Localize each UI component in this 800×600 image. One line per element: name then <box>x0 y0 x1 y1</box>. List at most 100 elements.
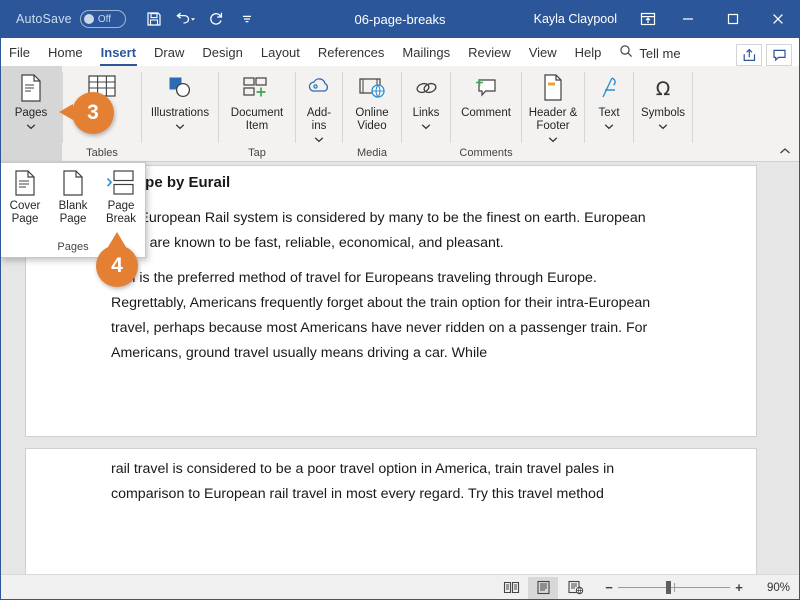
illustrations-icon <box>163 72 197 104</box>
zoom-in-button[interactable]: + <box>730 580 748 595</box>
links-icon <box>409 72 443 104</box>
ribbon-group-header-footer: Header & Footer <box>522 66 584 162</box>
links-label: Links <box>412 107 440 119</box>
text-button[interactable]: Text <box>585 66 633 134</box>
page-icon <box>14 72 48 104</box>
maximize-button[interactable] <box>710 0 755 38</box>
online-video-label: Online Video <box>355 107 389 132</box>
blank-page-label: Blank Page <box>58 200 88 225</box>
header-footer-label: Header & Footer <box>528 107 578 132</box>
zoom-percentage[interactable]: 90% <box>758 582 790 594</box>
autosave-label: AutoSave <box>16 12 72 26</box>
redo-icon[interactable] <box>202 6 230 32</box>
print-layout-button[interactable] <box>528 576 558 599</box>
chevron-down-icon[interactable] <box>604 121 614 134</box>
ribbon-group-label-symbols <box>634 147 692 162</box>
page-break-icon <box>104 168 138 198</box>
text-label: Text <box>598 107 620 119</box>
pages-button[interactable]: Pages <box>0 66 62 134</box>
online-video-icon <box>355 72 389 104</box>
zoom-thumb[interactable] <box>666 581 671 594</box>
chevron-up-icon[interactable] <box>776 143 794 159</box>
web-layout-button[interactable] <box>560 577 590 599</box>
page-break-item[interactable]: Page Break <box>97 168 145 226</box>
chevron-down-icon[interactable] <box>548 134 558 147</box>
zoom-track[interactable] <box>618 581 730 595</box>
zoom-out-button[interactable]: − <box>600 580 618 595</box>
new-comment-button[interactable]: Comment <box>455 66 517 120</box>
minimize-button[interactable] <box>665 0 710 38</box>
status-bar-right: − + 90% <box>496 576 800 599</box>
ribbon-group-label-header-footer <box>522 147 584 162</box>
document-page-2[interactable]: rail travel is considered to be a poor t… <box>25 448 757 574</box>
ribbon-group-links: Links <box>402 66 450 162</box>
tell-me-label: Tell me <box>639 45 681 61</box>
ribbon-group-label-tables: Tables <box>86 147 118 159</box>
ribbon-group-label-media: Media <box>357 147 387 159</box>
tell-me-box[interactable]: Tell me <box>610 40 689 66</box>
blank-page-item[interactable]: Blank Page <box>49 168 97 226</box>
zoom-slider[interactable]: − + <box>600 580 748 595</box>
document-paragraph: Rail is the preferred method of travel f… <box>111 270 651 361</box>
tab-insert[interactable]: Insert <box>92 40 145 66</box>
share-icon[interactable] <box>736 44 762 66</box>
callout-badge-3-number: 3 <box>87 101 99 124</box>
tab-home[interactable]: Home <box>39 40 92 66</box>
header-footer-icon <box>536 72 570 104</box>
autosave-toggle[interactable]: AutoSave Off <box>16 10 126 28</box>
symbols-button[interactable]: Ω Symbols <box>634 66 692 134</box>
chevron-down-icon[interactable] <box>658 121 668 134</box>
document-item-button[interactable]: Document Item <box>225 66 289 133</box>
quick-access-toolbar <box>140 6 261 32</box>
tab-help[interactable]: Help <box>566 40 611 66</box>
comment-icon[interactable] <box>766 44 792 66</box>
tab-review[interactable]: Review <box>459 40 520 66</box>
ribbon-display-options-icon[interactable] <box>631 4 665 34</box>
chevron-down-icon[interactable] <box>26 121 36 134</box>
addins-button[interactable]: Add- ins <box>296 66 342 147</box>
customize-quick-access-icon[interactable] <box>233 6 261 32</box>
ribbon-group-label-links <box>402 147 450 162</box>
illustrations-button[interactable]: Illustrations <box>142 66 218 134</box>
tab-references[interactable]: References <box>309 40 393 66</box>
header-footer-button[interactable]: Header & Footer <box>522 66 584 147</box>
chevron-down-icon[interactable] <box>314 134 324 147</box>
ribbon-group-tap: Document Item Tap <box>219 66 295 162</box>
chevron-down-icon[interactable] <box>175 121 185 134</box>
save-icon[interactable] <box>140 6 168 32</box>
read-mode-button[interactable] <box>496 577 526 599</box>
undo-icon[interactable] <box>171 6 199 32</box>
links-button[interactable]: Links <box>402 66 450 134</box>
callout-tail <box>108 232 126 247</box>
tab-design[interactable]: Design <box>193 40 251 66</box>
tab-draw[interactable]: Draw <box>145 40 193 66</box>
tabs-right-actions <box>736 44 800 66</box>
word-window: AutoSave Off 06-page-breaks Kayla Claypo… <box>0 0 800 600</box>
new-comment-icon <box>469 72 503 104</box>
ribbon-group-comments: Comment Comments <box>451 66 521 162</box>
document-paragraph: The European Rail system is considered b… <box>111 210 646 251</box>
document-item-label: Document Item <box>230 107 284 132</box>
autosave-knob <box>83 14 94 24</box>
status-bar: − + 90% <box>0 574 800 600</box>
tab-view[interactable]: View <box>520 40 566 66</box>
svg-text:Ω: Ω <box>656 78 671 100</box>
cover-page-item[interactable]: Cover Page <box>1 168 49 226</box>
cover-page-icon <box>8 168 42 198</box>
tab-mailings[interactable]: Mailings <box>393 40 459 66</box>
ribbon-group-illustrations: Illustrations <box>142 66 218 162</box>
ribbon-group-label-addins <box>296 147 342 162</box>
chevron-down-icon[interactable] <box>421 121 431 134</box>
close-button[interactable] <box>755 0 800 38</box>
callout-tail <box>59 104 73 120</box>
account-name[interactable]: Kayla Claypool <box>534 12 617 26</box>
online-video-button[interactable]: Online Video <box>345 66 399 133</box>
illustrations-label: Illustrations <box>150 107 210 119</box>
ribbon-group-label-comments: Comments <box>459 147 513 159</box>
text-icon <box>592 72 626 104</box>
autosave-switch[interactable]: Off <box>79 10 126 28</box>
tab-layout[interactable]: Layout <box>252 40 309 66</box>
symbols-label: Symbols <box>640 107 686 119</box>
ribbon-group-addins: Add- ins <box>296 66 342 162</box>
tab-file[interactable]: File <box>0 40 39 66</box>
